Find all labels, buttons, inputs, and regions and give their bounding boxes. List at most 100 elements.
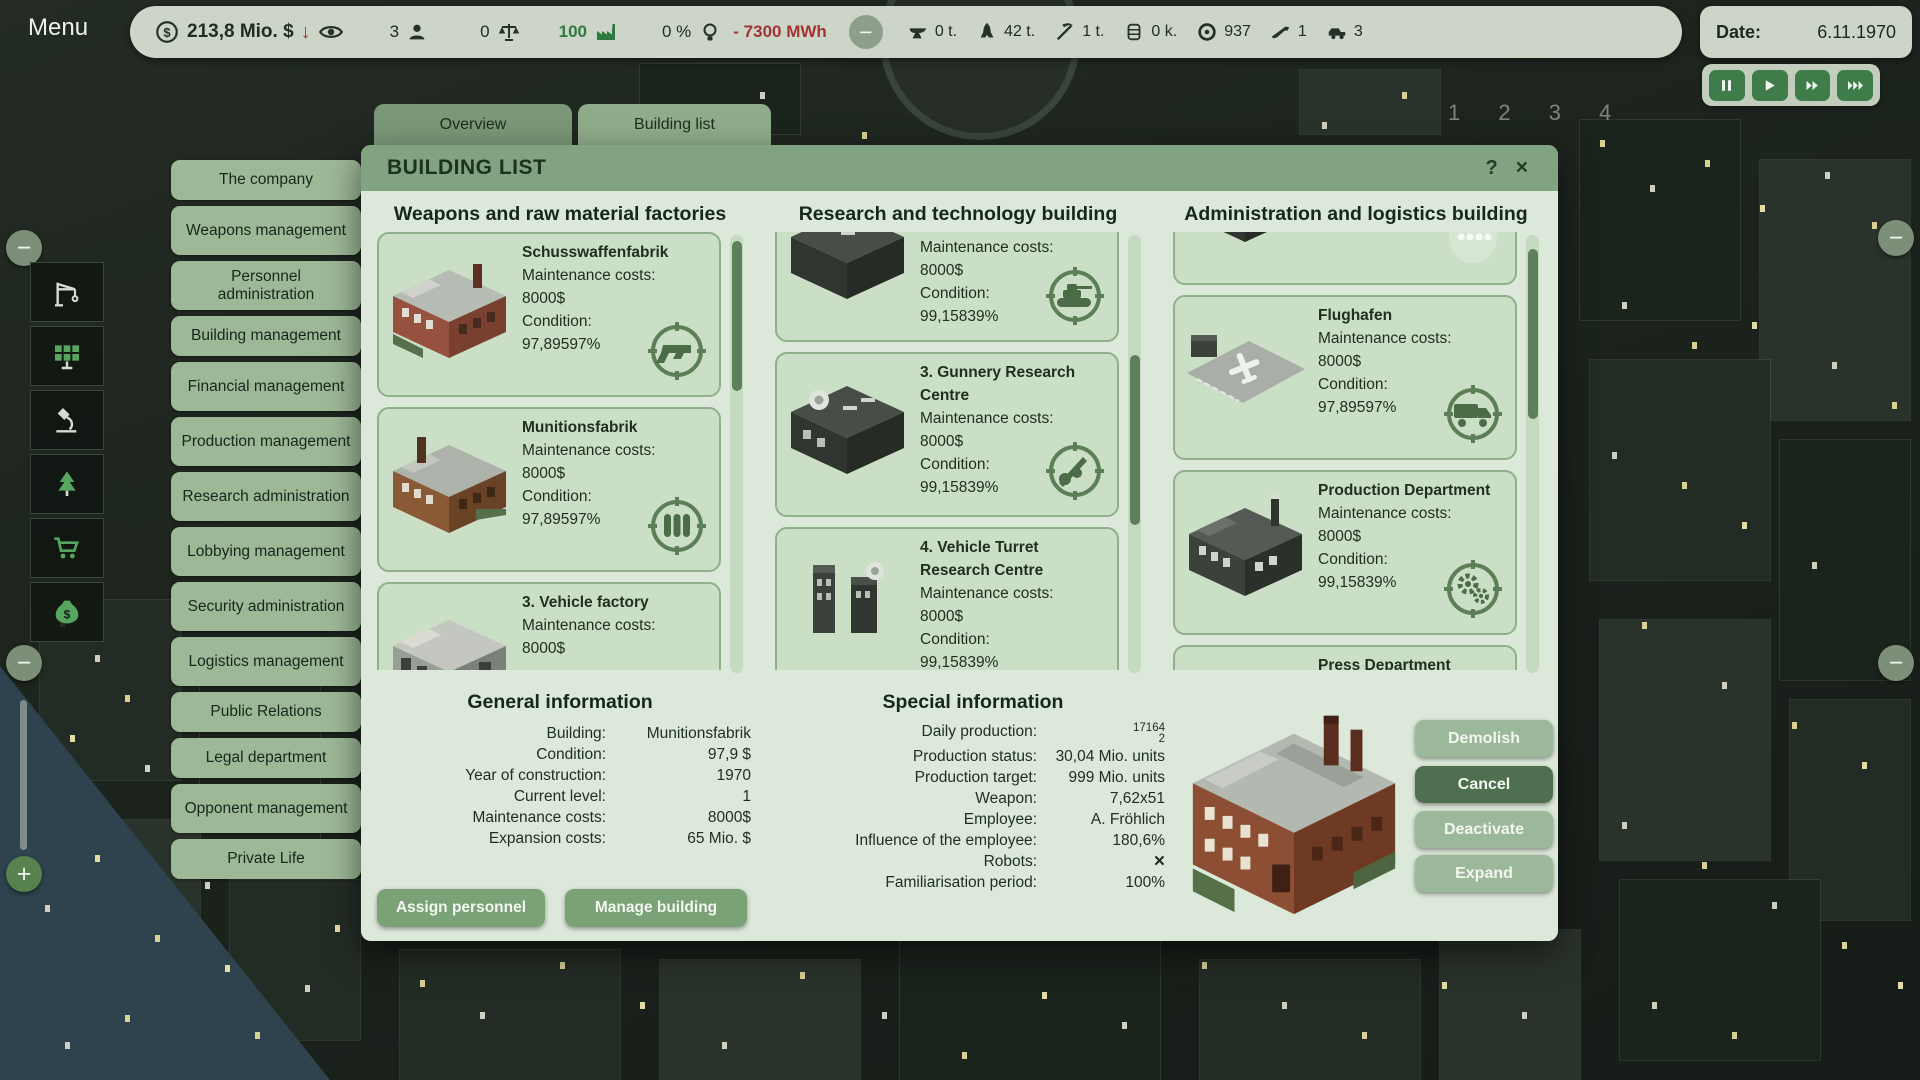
gears-icon bbox=[1441, 557, 1505, 621]
building-card-schusswaffenfabrik[interactable]: Schusswaffenfabrik Maintenance costs: 80… bbox=[377, 232, 721, 397]
bg-building bbox=[1580, 120, 1740, 320]
menu-item-security-administration[interactable]: Security administration bbox=[171, 582, 361, 631]
expand-button[interactable]: Expand bbox=[1415, 855, 1553, 892]
scrollbar-thumb[interactable] bbox=[732, 241, 742, 391]
building-card-vehicle-factory[interactable]: 3. Vehicle factory Maintenance costs: 80… bbox=[377, 582, 721, 670]
money-trend-arrow: ↓ bbox=[301, 21, 311, 44]
building-image bbox=[1183, 313, 1308, 425]
menu-item-weapons-management[interactable]: Weapons management bbox=[171, 206, 361, 255]
menu-item-logistics-management[interactable]: Logistics management bbox=[171, 637, 361, 686]
research-tool-button[interactable] bbox=[30, 390, 104, 450]
building-card-partial[interactable] bbox=[1173, 232, 1517, 285]
building-card-press-department[interactable]: Press Department bbox=[1173, 645, 1517, 670]
scrollbar-track[interactable] bbox=[1128, 235, 1141, 673]
info-label: Employee: bbox=[781, 811, 1037, 829]
zoom-out-button[interactable]: − bbox=[6, 230, 42, 266]
building-card-text: Flughafen Maintenance costs: 8000$ Condi… bbox=[1318, 305, 1452, 450]
construction-tool-button[interactable] bbox=[30, 262, 104, 322]
pause-button[interactable] bbox=[1709, 70, 1745, 101]
menu-item-label: Legal department bbox=[206, 749, 327, 767]
fastest-forward-icon bbox=[1847, 78, 1864, 93]
tab-building-list[interactable]: Building list bbox=[578, 104, 771, 146]
menu-item-production-management[interactable]: Production management bbox=[171, 417, 361, 466]
column-header: Research and technology building bbox=[775, 203, 1141, 226]
game-screen: 1 2 3 4 Menu $ 213,8 Mio. $ ↓ 3 0 100 0 … bbox=[0, 0, 1920, 1080]
finance-tool-button[interactable]: $ bbox=[30, 582, 104, 642]
menu-item-private-life[interactable]: Private Life bbox=[171, 839, 361, 879]
bg-building bbox=[1760, 160, 1910, 420]
help-button[interactable]: ? bbox=[1472, 157, 1512, 180]
building-image bbox=[785, 232, 910, 307]
scrollbar-track[interactable] bbox=[730, 235, 743, 673]
close-icon[interactable]: × bbox=[1512, 156, 1532, 180]
scroll-right-bottom-button[interactable]: − bbox=[1878, 645, 1914, 681]
crowd-icon bbox=[1441, 232, 1505, 271]
fastest-forward-button[interactable] bbox=[1837, 70, 1873, 101]
resource-value: 3 bbox=[1354, 23, 1363, 41]
info-label: Production status: bbox=[781, 748, 1037, 766]
building-card-vehicle-turret-research[interactable]: 4. Vehicle Turret Research Centre Mainte… bbox=[775, 527, 1119, 670]
tree-icon bbox=[51, 468, 83, 500]
play-button[interactable] bbox=[1752, 70, 1788, 101]
building-image bbox=[387, 600, 512, 670]
menu-item-personnel-administration[interactable]: Personnel administration bbox=[171, 261, 361, 310]
environment-tool-button[interactable] bbox=[30, 454, 104, 514]
resource-value: 1 bbox=[1298, 23, 1307, 41]
building-card-munitionsfabrik[interactable]: Munitionsfabrik Maintenance costs: 8000$… bbox=[377, 407, 721, 572]
building-card-flughafen[interactable]: Flughafen Maintenance costs: 8000$ Condi… bbox=[1173, 295, 1517, 460]
info-label: Maintenance costs: bbox=[391, 809, 606, 827]
resource-ore: 1 t. bbox=[1054, 21, 1104, 43]
factories-stat: 100 bbox=[559, 20, 618, 44]
menu-item-building-management[interactable]: Building management bbox=[171, 316, 361, 356]
edge-slider[interactable] bbox=[20, 700, 27, 850]
resource-oil: 0 k. bbox=[1123, 21, 1177, 43]
info-value: 17164 2 bbox=[1037, 723, 1165, 745]
cancel-button[interactable]: Cancel bbox=[1415, 766, 1553, 803]
menu-item-legal-department[interactable]: Legal department bbox=[171, 738, 361, 778]
menu-item-label: Opponent management bbox=[185, 800, 348, 818]
energy-tool-button[interactable] bbox=[30, 326, 104, 386]
manage-building-button[interactable]: Manage building bbox=[565, 889, 747, 927]
menu-item-research-administration[interactable]: Research administration bbox=[171, 472, 361, 521]
menu-button[interactable]: Menu bbox=[28, 14, 88, 42]
scroll-left-button[interactable]: − bbox=[6, 645, 42, 681]
collapse-toggle-button[interactable]: − bbox=[849, 15, 883, 49]
energy-stat: 0 % - 7300 MWh bbox=[662, 20, 827, 44]
trade-tool-button[interactable] bbox=[30, 518, 104, 578]
svg-text:$: $ bbox=[64, 608, 71, 622]
menu-item-financial-management[interactable]: Financial management bbox=[171, 362, 361, 411]
date-panel: Date: 6.11.1970 bbox=[1700, 6, 1912, 58]
menu-item-the-company[interactable]: The company bbox=[171, 160, 361, 200]
scrollbar-thumb[interactable] bbox=[1528, 249, 1538, 419]
fast-forward-button[interactable] bbox=[1795, 70, 1831, 101]
howitzer-icon bbox=[1043, 439, 1107, 503]
building-card-text: Press Department bbox=[1318, 655, 1451, 670]
menu-item-public-relations[interactable]: Public Relations bbox=[171, 692, 361, 732]
building-card-tank-research[interactable]: Maintenance costs: 8000$ Condition: 99,1… bbox=[775, 232, 1119, 342]
menu-item-opponent-management[interactable]: Opponent management bbox=[171, 784, 361, 833]
tank-icon bbox=[1043, 264, 1107, 328]
scrollbar-track[interactable] bbox=[1526, 235, 1539, 673]
menu-item-lobbying-management[interactable]: Lobbying management bbox=[171, 527, 361, 576]
bg-building bbox=[400, 950, 620, 1080]
tab-overview[interactable]: Overview bbox=[374, 104, 572, 146]
column-header: Weapons and raw material factories bbox=[377, 203, 743, 226]
demolish-button[interactable]: Demolish bbox=[1415, 720, 1553, 757]
eye-icon[interactable] bbox=[318, 19, 344, 45]
scroll-right-top-button[interactable]: − bbox=[1878, 220, 1914, 256]
condition-value: 97,89597% bbox=[522, 509, 656, 532]
assign-personnel-button[interactable]: Assign personnel bbox=[377, 889, 545, 927]
building-card-production-department[interactable]: Production Department Maintenance costs:… bbox=[1173, 470, 1517, 635]
daily-production-value2: 2 bbox=[1037, 734, 1165, 745]
zoom-in-button[interactable]: + bbox=[6, 856, 42, 892]
scrollbar-thumb[interactable] bbox=[1130, 355, 1140, 525]
maintenance-label: Maintenance costs: bbox=[920, 237, 1054, 260]
deactivate-button[interactable]: Deactivate bbox=[1415, 811, 1553, 848]
building-name: Munitionsfabrik bbox=[522, 417, 656, 440]
resource-steel: 0 t. bbox=[907, 21, 957, 43]
building-card-gunnery-research[interactable]: 3. Gunnery Research Centre Maintenance c… bbox=[775, 352, 1119, 517]
missile-icon bbox=[976, 21, 998, 43]
general-information-grid: Building:Munitionsfabrik Condition:97,9 … bbox=[391, 725, 751, 848]
dialog-title: BUILDING LIST bbox=[387, 156, 546, 180]
info-label: Current level: bbox=[391, 788, 606, 806]
